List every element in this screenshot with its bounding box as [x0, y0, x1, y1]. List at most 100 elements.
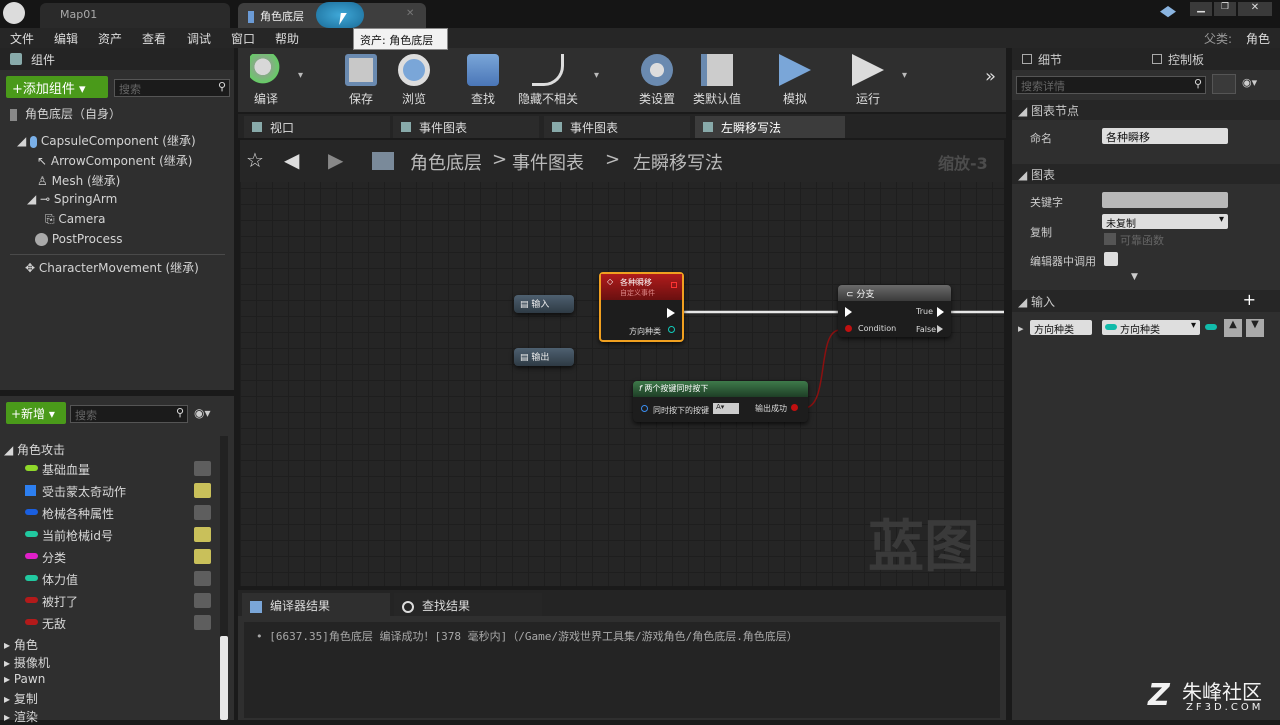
tab-find-results[interactable]: 查找结果: [394, 593, 542, 616]
compile-dropdown-icon[interactable]: ▾: [298, 70, 303, 81]
bool-out-pin-icon[interactable]: [791, 404, 798, 411]
class-settings-button[interactable]: 类设置: [629, 52, 685, 106]
visibility-eye-icon[interactable]: [194, 505, 211, 520]
hide-dropdown-icon[interactable]: ▾: [594, 70, 599, 81]
view-options-icon[interactable]: ◉▾: [194, 406, 211, 420]
details-search-input[interactable]: 搜索详情 ⚲: [1016, 76, 1206, 94]
variable-row[interactable]: 基础血量: [0, 458, 215, 480]
component-springarm[interactable]: ◢ ⊸ SpringArm: [27, 192, 117, 206]
condition-pin-icon[interactable]: [845, 325, 852, 332]
component-capsule[interactable]: ◢ CapsuleComponent (继承): [17, 132, 196, 149]
delegate-pin-icon[interactable]: [671, 282, 677, 288]
input-expand-icon[interactable]: ▸: [1018, 322, 1024, 335]
category-character[interactable]: ▸ 角色: [4, 636, 38, 653]
tab-viewport[interactable]: 视口: [244, 116, 390, 138]
visibility-eye-icon[interactable]: [194, 549, 211, 564]
section-graph-node[interactable]: ◢ 图表节点: [1012, 100, 1280, 120]
input-type-select[interactable]: 方向种类 ▾: [1102, 320, 1200, 336]
scrollbar[interactable]: [220, 436, 228, 720]
function-node[interactable]: f 两个按键同时按下 同时按下的按键 A▾ 输出成功: [633, 381, 808, 422]
variable-row[interactable]: 受击蒙太奇动作: [0, 480, 215, 502]
menu-file[interactable]: 文件: [10, 30, 34, 47]
compile-button[interactable]: 编译: [238, 52, 294, 106]
close-button[interactable]: ✕: [1238, 2, 1272, 16]
move-down-button[interactable]: ▼: [1246, 319, 1264, 337]
variable-search-input[interactable]: 搜索 ⚲: [70, 405, 188, 423]
key-select-input[interactable]: A▾: [713, 403, 739, 414]
tab-close-icon[interactable]: ✕: [406, 8, 414, 19]
find-button[interactable]: 查找: [455, 52, 511, 106]
menu-window[interactable]: 窗口: [231, 30, 255, 47]
exec-out-pin-icon[interactable]: [667, 308, 675, 318]
section-graph[interactable]: ◢ 图表: [1012, 164, 1280, 184]
category-camera[interactable]: ▸ 摄像机: [4, 654, 50, 671]
tab-details[interactable]: 细节: [1022, 51, 1062, 68]
category-character-attack[interactable]: ◢ 角色攻击: [4, 441, 65, 458]
component-mesh[interactable]: ♙ Mesh (继承): [37, 172, 120, 189]
visibility-eye-icon[interactable]: [194, 571, 211, 586]
save-button[interactable]: 保存: [333, 52, 389, 106]
visibility-eye-icon[interactable]: [194, 483, 211, 498]
class-defaults-button[interactable]: 类默认值: [689, 52, 745, 106]
hide-unrelated-button[interactable]: 隐藏不相关: [513, 52, 583, 106]
key-pin-icon[interactable]: [641, 405, 648, 412]
variable-row[interactable]: 被打了: [0, 590, 215, 612]
section-inputs[interactable]: ◢ 输入 +: [1012, 290, 1280, 312]
variable-row[interactable]: 当前枪械id号: [0, 524, 215, 546]
property-matrix-icon[interactable]: [1212, 74, 1236, 94]
exec-in-pin-icon[interactable]: [845, 307, 852, 317]
variable-row[interactable]: 枪械各种属性: [0, 502, 215, 524]
category-pawn[interactable]: ▸ Pawn: [4, 672, 45, 686]
tab-map01[interactable]: Map01: [40, 3, 230, 28]
component-postprocess[interactable]: PostProcess: [35, 232, 122, 246]
play-button[interactable]: 运行: [840, 52, 896, 106]
replication-select[interactable]: 未复制 ▾: [1102, 214, 1228, 230]
input-name-field[interactable]: 方向种类: [1030, 320, 1092, 336]
variable-row[interactable]: 无敌: [0, 612, 215, 634]
visibility-eye-icon[interactable]: [194, 461, 211, 476]
component-search-input[interactable]: 搜索 ⚲: [114, 79, 230, 97]
visibility-eye-icon[interactable]: [194, 527, 211, 542]
name-input[interactable]: 各种瞬移: [1102, 128, 1228, 144]
add-input-icon[interactable]: +: [1243, 290, 1256, 309]
reliable-checkbox[interactable]: [1104, 233, 1116, 245]
visibility-icon[interactable]: ◉▾: [1242, 76, 1257, 89]
type-container-icon[interactable]: [1205, 324, 1217, 330]
menu-debug[interactable]: 调试: [187, 30, 211, 47]
component-charactermovement[interactable]: ✥ CharacterMovement (继承): [25, 259, 199, 276]
false-exec-pin-icon[interactable]: [937, 325, 943, 333]
tab-event-graph-1[interactable]: 事件图表: [393, 116, 539, 138]
visibility-eye-icon[interactable]: [194, 615, 211, 630]
minimize-button[interactable]: ▁: [1190, 2, 1212, 16]
simulate-button[interactable]: 模拟: [767, 52, 823, 106]
category-replication[interactable]: ▸ 复制: [4, 690, 38, 707]
tab-event-graph-2[interactable]: 事件图表: [544, 116, 690, 138]
add-component-button[interactable]: +添加组件 ▾: [6, 76, 108, 98]
menu-edit[interactable]: 编辑: [54, 30, 78, 47]
component-arrow[interactable]: ↖ ArrowComponent (继承): [37, 152, 192, 169]
menu-asset[interactable]: 资产: [98, 30, 122, 47]
category-rendering[interactable]: ▸ 渲染: [4, 708, 38, 725]
expand-arrow-icon[interactable]: ▼: [1131, 272, 1138, 282]
scrollbar-thumb[interactable]: [220, 636, 228, 720]
variable-row[interactable]: 分类: [0, 546, 215, 568]
menu-view[interactable]: 查看: [142, 30, 166, 47]
new-button[interactable]: +新增 ▾: [6, 402, 66, 424]
browse-button[interactable]: 浏览: [386, 52, 442, 106]
parent-class-value[interactable]: 角色: [1246, 30, 1270, 47]
variable-row[interactable]: 体力值: [0, 568, 215, 590]
move-up-button[interactable]: ▲: [1224, 319, 1242, 337]
maximize-button[interactable]: ❐: [1214, 2, 1236, 16]
learn-icon[interactable]: [1160, 6, 1176, 18]
graph-canvas[interactable]: ☆ ◀ ▶ 角色底层 > 事件图表 > 左瞬移写法 缩放-3 ▤ 输入 ▤ 输出…: [240, 140, 1004, 586]
menu-help[interactable]: 帮助: [275, 30, 299, 47]
keyword-input[interactable]: [1102, 192, 1228, 208]
true-exec-pin-icon[interactable]: [937, 307, 944, 317]
tab-palette[interactable]: 控制板: [1152, 51, 1204, 68]
toolbar-overflow-icon[interactable]: »: [985, 66, 996, 87]
output-node[interactable]: ▤ 输出: [514, 348, 574, 366]
play-dropdown-icon[interactable]: ▾: [902, 70, 907, 81]
input-node[interactable]: ▤ 输入: [514, 295, 574, 313]
enum-pin-icon[interactable]: [668, 326, 675, 333]
visibility-eye-icon[interactable]: [194, 593, 211, 608]
